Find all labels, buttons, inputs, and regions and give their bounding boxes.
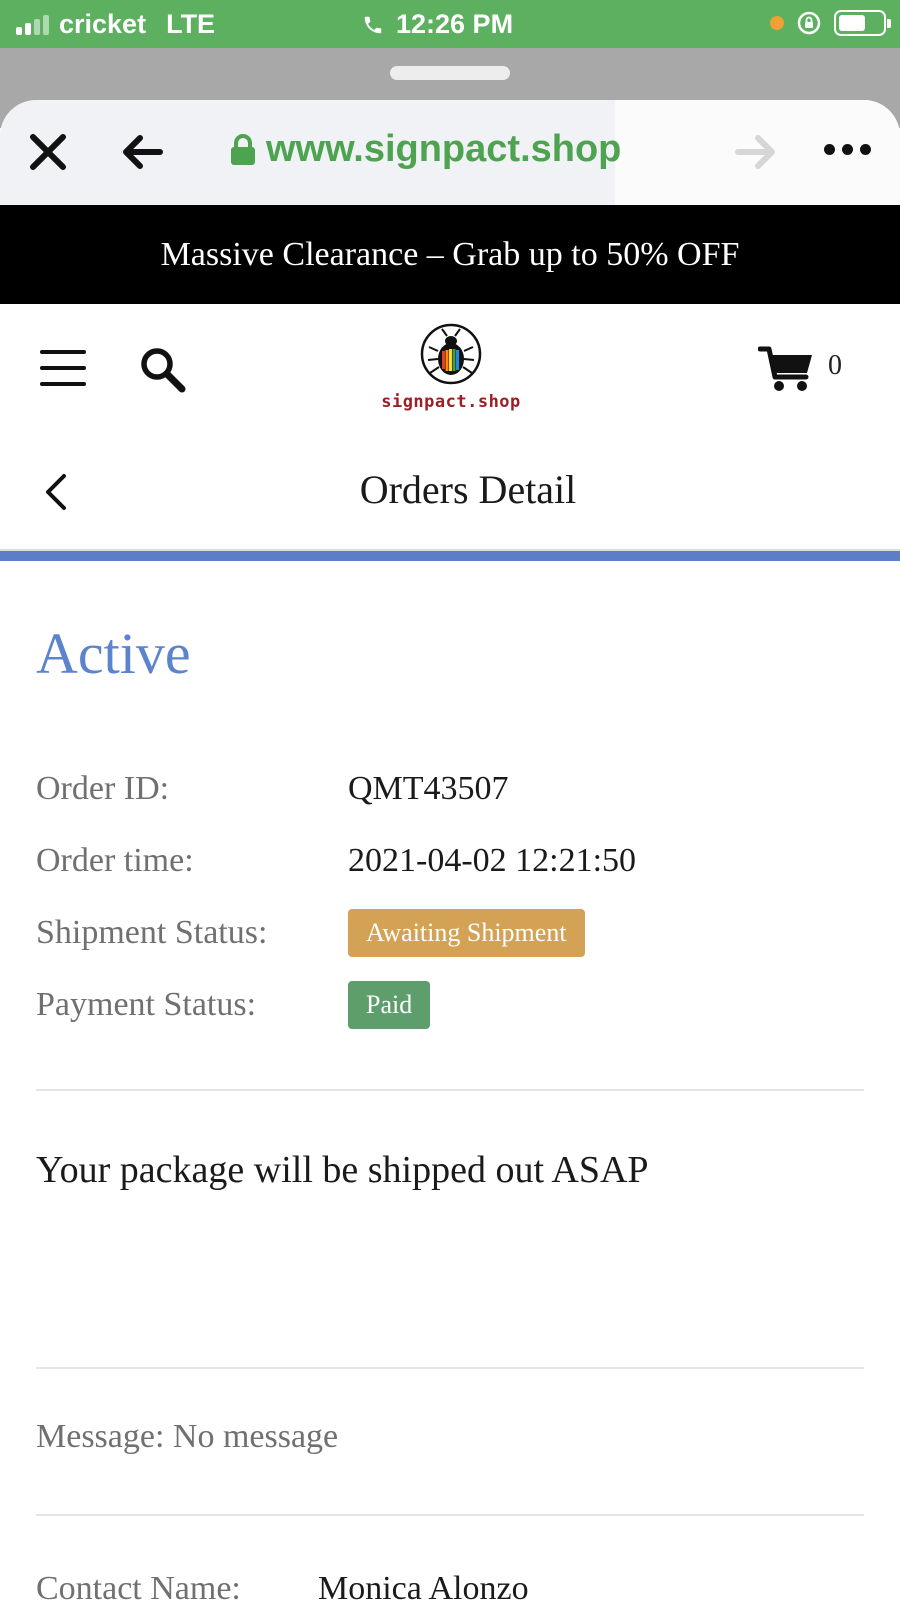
sheet-grabber[interactable] (390, 66, 510, 80)
logo-text: signpact.shop (381, 392, 521, 412)
rotation-lock-icon (797, 11, 821, 35)
promo-text: Massive Clearance – Grab up to 50% OFF (160, 235, 740, 273)
contact-name-value: Monica Alonzo (318, 1570, 529, 1600)
divider (36, 1367, 864, 1369)
shipment-status-badge: Awaiting Shipment (348, 909, 585, 957)
shipping-notice: Your package will be shipped out ASAP (36, 1149, 649, 1191)
shipment-status-label: Shipment Status: (36, 914, 268, 951)
divider (36, 1089, 864, 1091)
payment-status-badge: Paid (348, 981, 431, 1029)
url-text: www.signpact.shop (266, 128, 622, 170)
search-icon[interactable] (138, 345, 188, 395)
site-logo[interactable]: signpact.shop (368, 323, 534, 413)
menu-icon[interactable] (40, 350, 86, 386)
mic-indicator-icon (770, 16, 784, 30)
lock-icon (231, 133, 255, 165)
payment-status-label: Payment Status: (36, 986, 257, 1023)
page-title: Orders Detail (359, 467, 577, 512)
carrier-group: cricket LTE (16, 9, 215, 40)
order-id-value: QMT43507 (348, 770, 509, 807)
signal-icon (16, 14, 49, 35)
close-icon[interactable] (28, 132, 68, 172)
phone-icon (364, 16, 382, 33)
arrow-right-icon[interactable] (734, 134, 778, 170)
beetle-logo-icon (420, 323, 482, 385)
battery-icon (834, 10, 891, 36)
status-bar: cricket LTE 12:26 PM (0, 0, 900, 48)
clock-time: 12:26 PM (396, 9, 514, 39)
order-status-heading: Active (36, 621, 191, 686)
order-id-label: Order ID: (36, 770, 170, 807)
status-indicators (770, 10, 891, 36)
divider (36, 1514, 864, 1516)
address-bar[interactable]: www.signpact.shop (230, 128, 621, 171)
carrier-name: cricket (59, 9, 147, 39)
order-time-label: Order time: (36, 842, 194, 879)
network-type: LTE (166, 9, 216, 39)
accent-bar (0, 551, 900, 561)
order-message: Message: No message (36, 1418, 339, 1455)
cart-count: 0 (828, 350, 842, 381)
cart-icon[interactable] (758, 345, 814, 393)
contact-name-label: Contact Name: (36, 1570, 241, 1600)
order-time-value: 2021-04-02 12:21:50 (348, 842, 637, 879)
promo-banner[interactable]: Massive Clearance – Grab up to 50% OFF (0, 205, 900, 304)
more-dots-icon[interactable] (824, 144, 871, 155)
call-time-group: 12:26 PM (362, 9, 513, 40)
arrow-left-icon[interactable] (120, 134, 164, 170)
